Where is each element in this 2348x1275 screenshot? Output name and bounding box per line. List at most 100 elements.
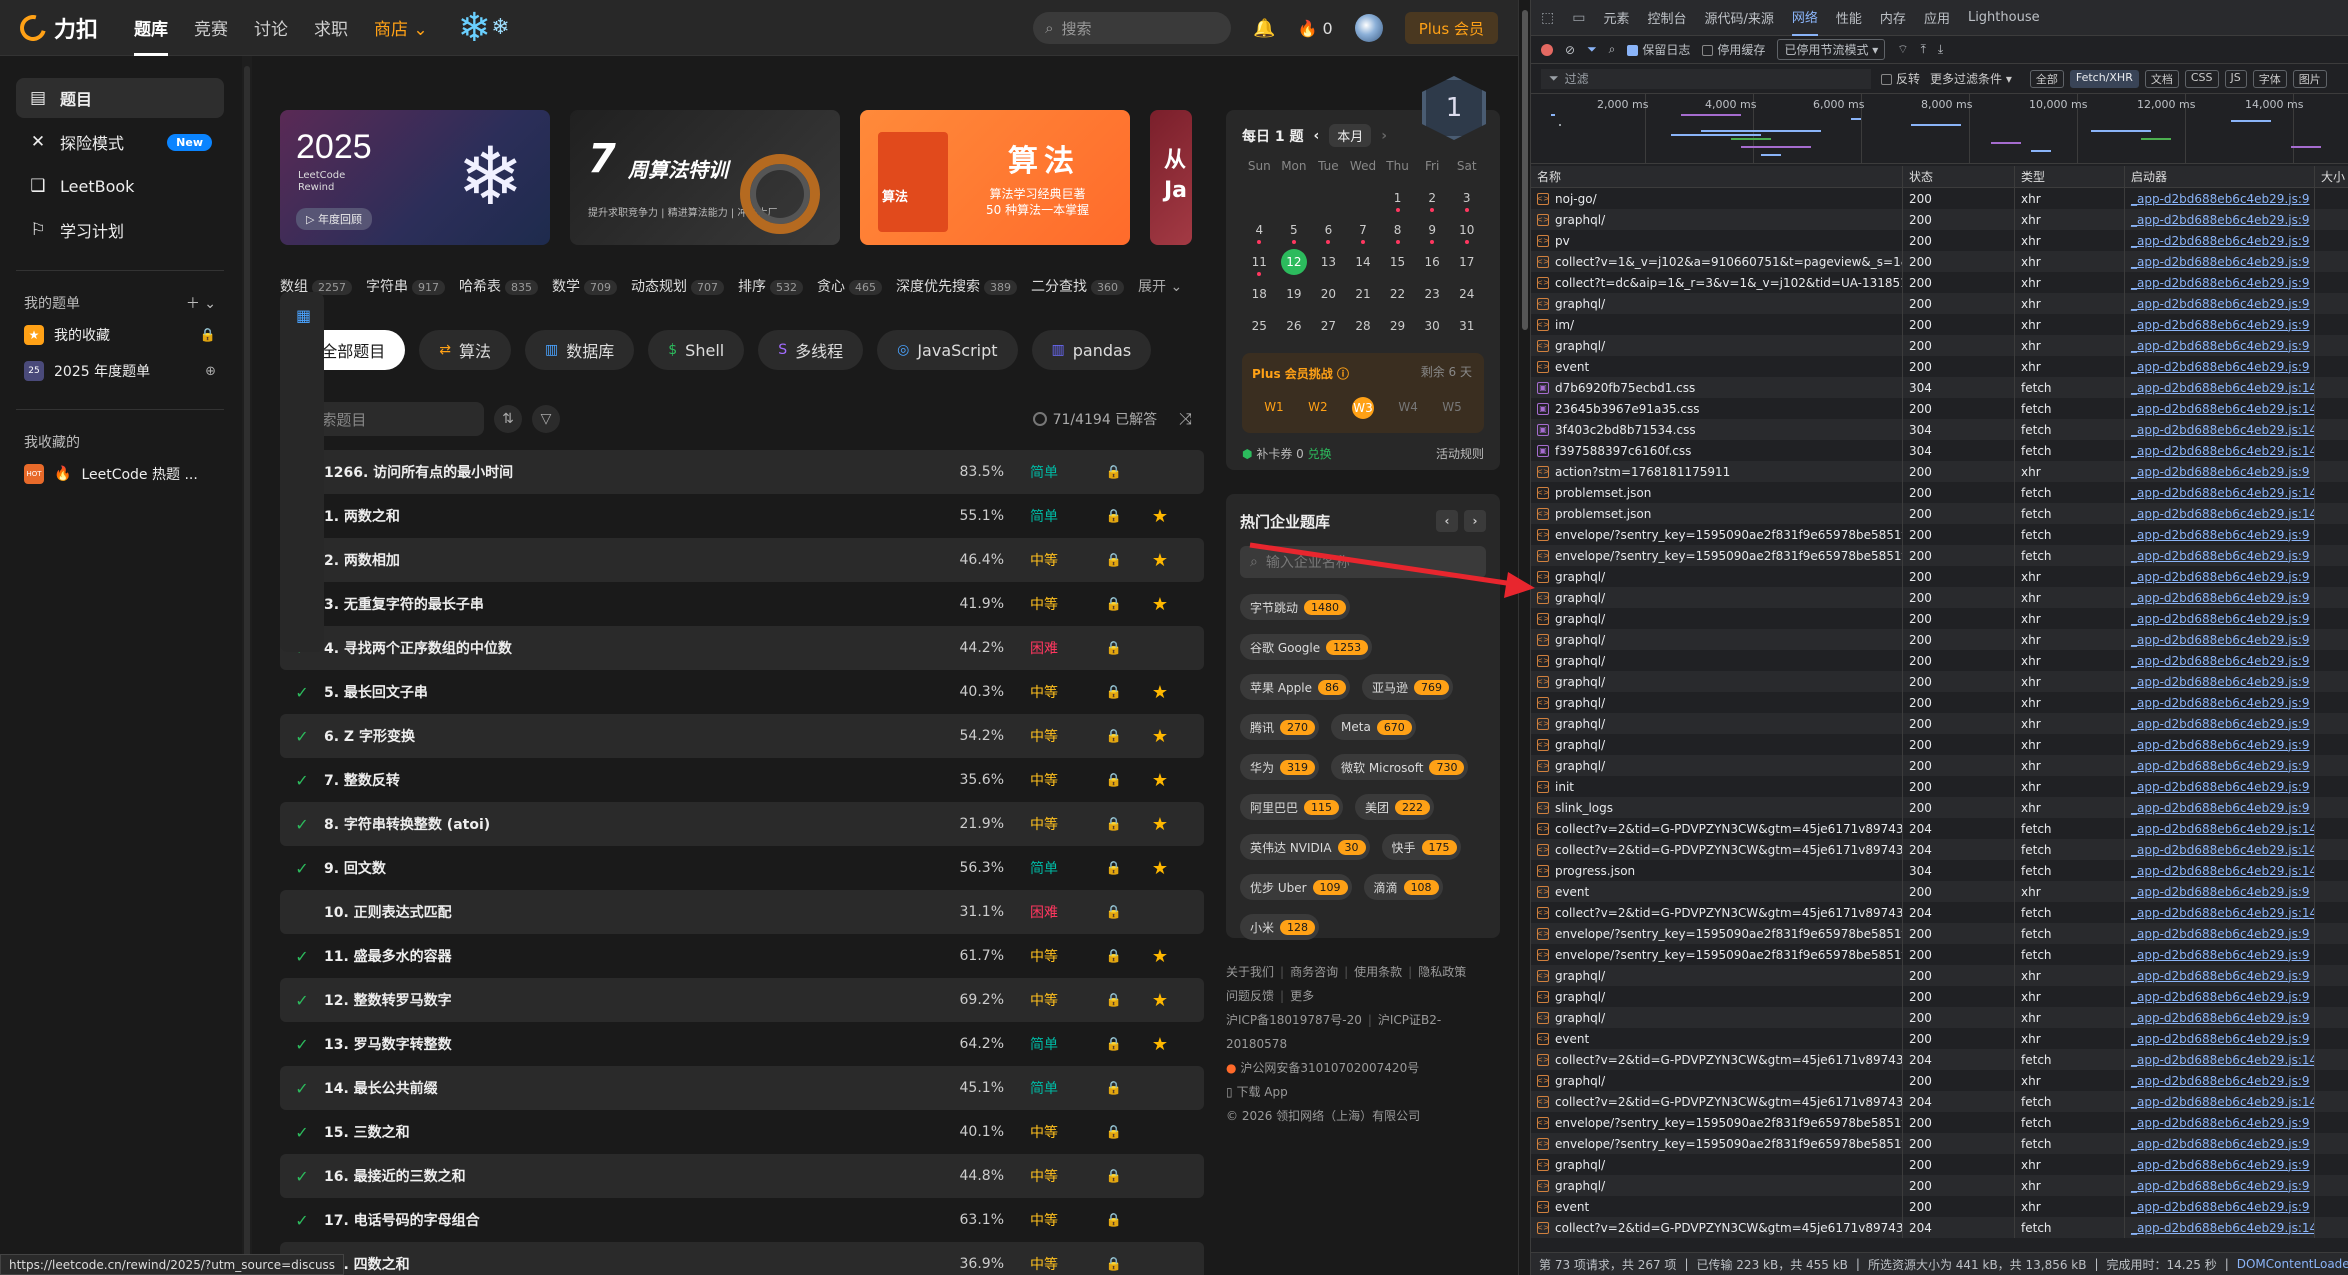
request-name[interactable]: <> event xyxy=(1531,356,1903,377)
calendar-day[interactable]: 18 xyxy=(1242,281,1277,307)
logo[interactable]: 力扣 xyxy=(15,9,98,46)
problem-title[interactable]: 17. 电话号码的字母组合 xyxy=(324,1210,944,1230)
upload-icon[interactable]: ⤒ xyxy=(1921,42,1926,57)
chevron-left-icon[interactable]: ‹ xyxy=(1436,510,1458,532)
table-row[interactable]: <> graphql/200 xhr _app-d2bd688eb6c4eb29.js… xyxy=(1531,692,2348,713)
col-initiator[interactable]: 启动器 xyxy=(2125,166,2315,187)
request-name[interactable]: <> envelope/?sentry_key=1595090ae2f831f9e… xyxy=(1531,1112,1903,1133)
calendar-day[interactable]: 15 xyxy=(1380,249,1415,275)
table-row[interactable]: <> graphql/200 xhr _app-d2bd688eb6c4eb29.js… xyxy=(1531,671,2348,692)
table-row[interactable]: <> slink_logs 200 xhr _app-d2bd688eb6c4eb29.… xyxy=(1531,797,2348,818)
request-name[interactable]: <> graphql/ xyxy=(1531,671,1903,692)
company-chip[interactable]: 滴滴 108 xyxy=(1363,874,1443,900)
table-row[interactable]: ✓3. 无重复字符的最长子串41.9%中等🔒★ xyxy=(280,582,1204,626)
calendar-day[interactable]: 30 xyxy=(1415,313,1450,339)
request-initiator[interactable]: _app-d2bd688eb6c4eb29.js:14 xyxy=(2125,482,2315,503)
request-name[interactable]: <> graphql/ xyxy=(1531,734,1903,755)
search-icon[interactable]: ⌕ xyxy=(1609,42,1616,57)
network-filter-input[interactable]: ⏷ 过滤 xyxy=(1541,68,1871,89)
request-name[interactable]: <> action?stm=1768181175911 xyxy=(1531,461,1903,482)
request-initiator[interactable]: _app-d2bd688eb6c4eb29.js:9 xyxy=(2125,1028,2315,1049)
calendar-day[interactable]: 11 xyxy=(1242,249,1277,276)
request-initiator[interactable]: _app-d2bd688eb6c4eb29.js:9 xyxy=(2125,965,2315,986)
problem-title[interactable]: 3. 无重复字符的最长子串 xyxy=(324,594,944,614)
calendar-day[interactable]: 3 xyxy=(1449,185,1484,212)
star-icon[interactable]: ★ xyxy=(1142,726,1178,747)
calendar-day[interactable]: 20 xyxy=(1311,281,1346,307)
request-initiator[interactable]: _app-d2bd688eb6c4eb29.js:14 xyxy=(2125,1217,2315,1238)
table-row[interactable]: <> graphql/200 xhr _app-d2bd688eb6c4eb29.js… xyxy=(1531,1154,2348,1175)
request-name[interactable]: <> slink_logs xyxy=(1531,797,1903,818)
table-row[interactable]: <> graphql/200 xhr _app-d2bd688eb6c4eb29.js… xyxy=(1531,1007,2348,1028)
problem-title[interactable]: 6. Z 字形变换 xyxy=(324,726,944,746)
request-name[interactable]: <> collect?v=2&tid=G-PDVPZYN3CW&gtm=45je6… xyxy=(1531,902,1903,923)
sort-icon[interactable]: ⇅ xyxy=(494,405,522,433)
request-initiator[interactable]: _app-d2bd688eb6c4eb29.js:9 xyxy=(2125,650,2315,671)
table-row[interactable]: <> action?stm=1768181175911 200 xhr _app-d2b… xyxy=(1531,461,2348,482)
request-initiator[interactable]: _app-d2bd688eb6c4eb29.js:14 xyxy=(2125,902,2315,923)
table-row[interactable]: <> noj-go/200 xhr _app-d2bd688eb6c4eb29.js:… xyxy=(1531,188,2348,209)
table-row[interactable]: <> problemset.json 200 fetch _app-d2bd688eb6… xyxy=(1531,503,2348,524)
request-name[interactable]: ▣ f397588397c6160f.css xyxy=(1531,440,1903,461)
problem-title[interactable]: 16. 最接近的三数之和 xyxy=(324,1166,944,1186)
col-status[interactable]: 状态 xyxy=(1903,166,2015,187)
table-row[interactable]: <> event 200 xhr _app-d2bd688eb6c4eb29.js:9 xyxy=(1531,881,2348,902)
banner-7week[interactable]: 7 周算法特训 提升求职竞争力 | 精进算法能力 | 冲刺大厂 xyxy=(570,110,840,245)
devtools-tab[interactable]: 控制台 xyxy=(1647,0,1686,36)
request-initiator[interactable]: _app-d2bd688eb6c4eb29.js:9 xyxy=(2125,272,2315,293)
sidebar-item-study-plan[interactable]: ⚐ 学习计划 xyxy=(16,210,224,250)
nav-jobs[interactable]: 求职 xyxy=(314,0,348,56)
request-initiator[interactable]: _app-d2bd688eb6c4eb29.js:9 xyxy=(2125,251,2315,272)
global-search[interactable]: ⌕ 搜索 xyxy=(1033,12,1232,44)
problem-title[interactable]: 12. 整数转罗马数字 xyxy=(324,990,944,1010)
devtools-tab[interactable]: 内存 xyxy=(1880,0,1906,36)
table-row[interactable]: <> envelope/?sentry_key=1595090ae2f831f9e… xyxy=(1531,1112,2348,1133)
topic-tag[interactable]: 动态规划 707 xyxy=(631,276,724,296)
table-row[interactable]: <> graphql/200 xhr _app-d2bd688eb6c4eb29.js… xyxy=(1531,1175,2348,1196)
request-name[interactable]: <> envelope/?sentry_key=1595090ae2f831f9e… xyxy=(1531,524,1903,545)
footer-link[interactable]: 隐私政策 xyxy=(1418,965,1466,979)
nav-store[interactable]: 商店 ⌄ xyxy=(374,0,428,56)
request-initiator[interactable]: _app-d2bd688eb6c4eb29.js:9 xyxy=(2125,1070,2315,1091)
table-row[interactable]: 18. 四数之和 36.9% 中等 🔒 xyxy=(280,1242,1204,1275)
calendar-day[interactable]: 9 xyxy=(1415,217,1450,244)
problem-title[interactable]: 5. 最长回文子串 xyxy=(324,682,944,702)
table-row[interactable]: ✓ 15. 三数之和 40.1% 中等 🔒 xyxy=(280,1110,1204,1154)
table-row[interactable]: <> graphql/200 xhr _app-d2bd688eb6c4eb29.js… xyxy=(1531,293,2348,314)
table-row[interactable]: ✓ 6. Z 字形变换 54.2% 中等 🔒 ★ xyxy=(280,714,1204,758)
request-name[interactable]: <> graphql/ xyxy=(1531,713,1903,734)
company-chip[interactable]: Meta 670 xyxy=(1331,714,1416,740)
calendar-day[interactable]: 12 xyxy=(1277,249,1312,275)
request-initiator[interactable]: _app-d2bd688eb6c4eb29.js:9 xyxy=(2125,545,2315,566)
problem-title[interactable]: 2. 两数相加 xyxy=(324,550,944,570)
company-chip[interactable]: 谷歌 Google 1253 xyxy=(1240,634,1373,660)
wifi-icon[interactable]: ⌔ xyxy=(1897,42,1908,57)
calendar-day[interactable]: 10 xyxy=(1449,217,1484,244)
request-name[interactable]: <> graphql/ xyxy=(1531,293,1903,314)
table-row[interactable]: <> graphql/200 xhr _app-d2bd688eb6c4eb29.js… xyxy=(1531,209,2348,230)
banner-algorithm-book[interactable]: 算法 算法 算法学习经典巨著 50 种算法一本掌握 xyxy=(860,110,1130,245)
request-initiator[interactable]: _app-d2bd688eb6c4eb29.js:9 xyxy=(2125,881,2315,902)
nav-discuss[interactable]: 讨论 xyxy=(254,0,288,56)
request-initiator[interactable]: _app-d2bd688eb6c4eb29.js:9 xyxy=(2125,566,2315,587)
topic-tag[interactable]: 贪心 465 xyxy=(817,276,882,296)
table-row[interactable]: ✓ 11. 盛最多水的容器 61.7% 中等 🔒 ★ xyxy=(280,934,1204,978)
streak-counter[interactable]: 🔥 0 xyxy=(1297,19,1332,38)
devtools-tab[interactable]: Lighthouse xyxy=(1968,0,2040,36)
request-initiator[interactable]: _app-d2bd688eb6c4eb29.js:9 xyxy=(2125,1175,2315,1196)
devtools-tab[interactable]: 应用 xyxy=(1924,0,1950,36)
table-row[interactable]: <> collect?t=dc&aip=1&_r=3&v=1&_v=j102&ti… xyxy=(1531,272,2348,293)
company-chip[interactable]: 华为 319 xyxy=(1240,754,1320,780)
calendar-month[interactable]: 本月 xyxy=(1329,124,1372,147)
calendar-day[interactable]: 28 xyxy=(1346,313,1381,339)
star-icon[interactable]: ★ xyxy=(1142,1034,1178,1055)
devtools-tab[interactable]: 网络 xyxy=(1791,0,1818,36)
table-row[interactable]: ▣ d7b6920fb75ecbd1.css 304 fetch _app-d2bd68… xyxy=(1531,377,2348,398)
request-name[interactable]: <> graphql/ xyxy=(1531,1070,1903,1091)
problem-title[interactable]: 8. 字符串转换整数 (atoi) xyxy=(324,814,944,834)
table-row[interactable]: <> event 200 xhr _app-d2bd688eb6c4eb29.js:9 xyxy=(1531,1196,2348,1217)
table-row[interactable]: <> event 200 xhr _app-d2bd688eb6c4eb29.js:9 xyxy=(1531,1028,2348,1049)
company-chip[interactable]: 快手 175 xyxy=(1381,834,1461,860)
request-name[interactable]: <> event xyxy=(1531,881,1903,902)
request-initiator[interactable]: _app-d2bd688eb6c4eb29.js:14 xyxy=(2125,839,2315,860)
